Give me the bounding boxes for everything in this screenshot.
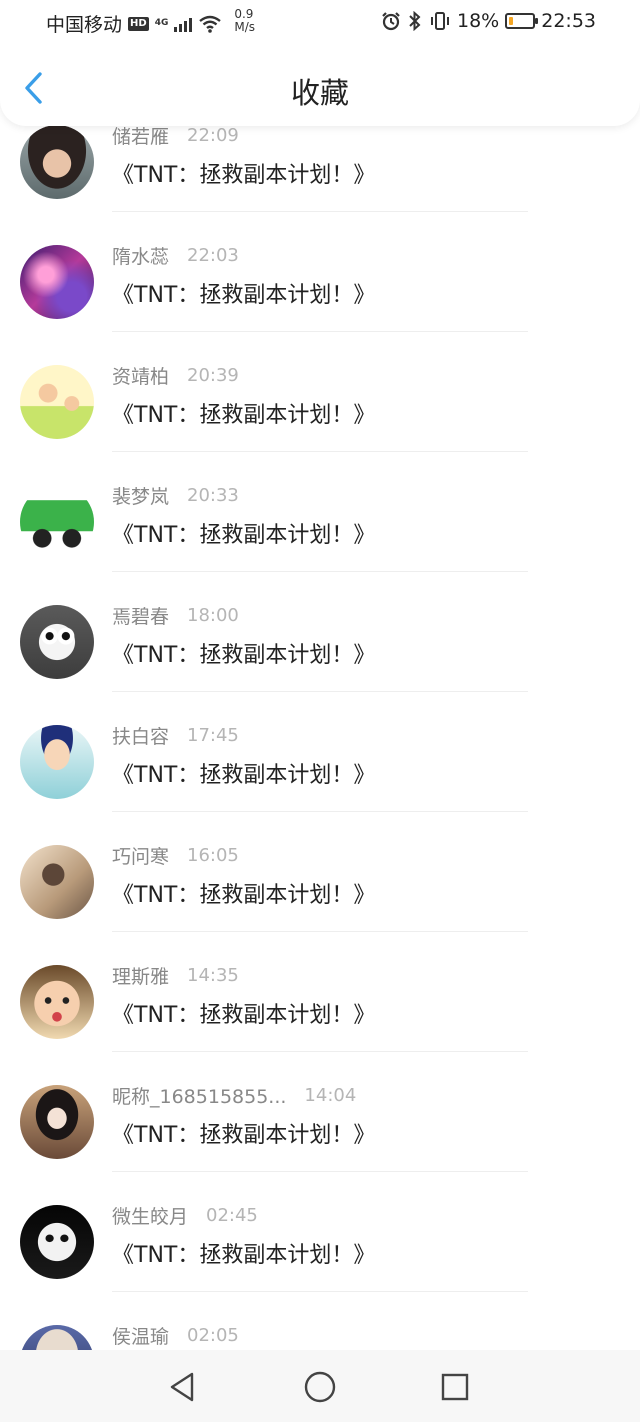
avatar-toy-truck[interactable] bbox=[20, 485, 94, 559]
author-name: 微生皎月 bbox=[112, 1206, 189, 1228]
favorite-title[interactable]: 《TNT：拯救副本计划！》 bbox=[112, 517, 375, 549]
network-type: 4G bbox=[154, 18, 169, 28]
avatar-cartoon-kids[interactable] bbox=[20, 365, 94, 439]
favorite-title[interactable]: 《TNT：拯救副本计划！》 bbox=[112, 757, 375, 789]
favorites-list-viewport[interactable]: 储若雁 22:09 《TNT：拯救副本计划！》 隋水蕊 22:03 《TNT：拯… bbox=[0, 0, 640, 1350]
item-time: 16:05 bbox=[187, 845, 239, 866]
item-meta: 隋水蕊 22:03 bbox=[112, 242, 239, 269]
author-name: 资靖柏 bbox=[112, 366, 170, 388]
vibrate-icon bbox=[431, 12, 449, 30]
network-speed: 0.9 M/s bbox=[234, 6, 255, 34]
author-name: 裴梦岚 bbox=[112, 486, 170, 508]
favorite-title[interactable]: 《TNT：拯救副本计划！》 bbox=[112, 877, 375, 909]
item-meta: 理斯雅 14:35 bbox=[112, 962, 239, 989]
avatar-toddler-face[interactable] bbox=[20, 965, 94, 1039]
avatar-cartoon-panda[interactable] bbox=[20, 605, 94, 679]
speed-unit: M/s bbox=[234, 19, 255, 34]
battery-icon bbox=[505, 13, 539, 29]
page-title: 收藏 bbox=[290, 76, 349, 110]
item-meta: 昵称_168515855... 14:04 bbox=[112, 1082, 356, 1109]
home-circle-icon bbox=[304, 1371, 336, 1403]
favorites-list: 储若雁 22:09 《TNT：拯救副本计划！》 隋水蕊 22:03 《TNT：拯… bbox=[0, 91, 640, 1350]
nav-recents-button[interactable] bbox=[438, 1370, 472, 1404]
avatar-woman-portrait[interactable] bbox=[20, 125, 94, 199]
bluetooth-icon bbox=[409, 11, 421, 31]
list-item[interactable]: 微生皎月 02:45 《TNT：拯救副本计划！》 bbox=[0, 1171, 640, 1292]
list-item[interactable]: 扶白容 17:45 《TNT：拯救副本计划！》 bbox=[0, 691, 640, 812]
item-time: 18:00 bbox=[187, 605, 239, 626]
item-time: 14:35 bbox=[187, 965, 239, 986]
author-name: 理斯雅 bbox=[112, 966, 170, 988]
item-meta: 扶白容 17:45 bbox=[112, 722, 239, 749]
author-name: 侯温瑜 bbox=[112, 1326, 170, 1348]
avatar-white-mask[interactable] bbox=[20, 1205, 94, 1279]
author-name: 巧问寒 bbox=[112, 846, 170, 868]
item-meta: 裴梦岚 20:33 bbox=[112, 482, 239, 509]
battery-percent: 18% bbox=[457, 10, 500, 32]
list-item[interactable]: 隋水蕊 22:03 《TNT：拯救副本计划！》 bbox=[0, 211, 640, 332]
item-time: 17:45 bbox=[187, 725, 239, 746]
list-item[interactable]: 焉碧春 18:00 《TNT：拯救副本计划！》 bbox=[0, 571, 640, 692]
item-time: 02:45 bbox=[206, 1205, 258, 1226]
item-meta: 侯温瑜 02:05 bbox=[112, 1322, 239, 1349]
status-time: 22:53 bbox=[541, 10, 596, 32]
nav-home-button[interactable] bbox=[303, 1370, 337, 1404]
wifi-icon bbox=[199, 15, 222, 33]
item-time: 02:05 bbox=[187, 1325, 239, 1346]
status-bar: 中国移动 HD 4G 0.9 M/s 18% 22:53 bbox=[0, 0, 640, 44]
item-meta: 资靖柏 20:39 bbox=[112, 362, 239, 389]
avatar-blonde-portrait[interactable] bbox=[20, 1325, 94, 1350]
hd-badge: HD bbox=[128, 16, 149, 31]
alarm-icon bbox=[382, 12, 400, 31]
recents-square-icon bbox=[441, 1373, 469, 1401]
system-nav-bar bbox=[0, 1350, 640, 1422]
author-name: 隋水蕊 bbox=[112, 246, 170, 268]
favorite-title[interactable]: 《TNT：拯救副本计划！》 bbox=[112, 397, 375, 429]
favorite-title[interactable]: 《TNT：拯救副本计划！》 bbox=[112, 637, 375, 669]
item-time: 20:39 bbox=[187, 365, 239, 386]
avatar-cartoon-qing-official[interactable] bbox=[20, 725, 94, 799]
app-header: 收藏 bbox=[0, 44, 640, 126]
item-time: 14:04 bbox=[304, 1085, 357, 1106]
item-time: 20:33 bbox=[187, 485, 239, 506]
author-name: 扶白容 bbox=[112, 726, 170, 748]
item-meta: 储若雁 22:09 bbox=[112, 122, 239, 149]
list-item[interactable]: 资靖柏 20:39 《TNT：拯救副本计划！》 bbox=[0, 331, 640, 452]
list-item[interactable]: 昵称_168515855... 14:04 《TNT：拯救副本计划！》 bbox=[0, 1051, 640, 1172]
item-meta: 巧问寒 16:05 bbox=[112, 842, 239, 869]
item-meta: 微生皎月 02:45 bbox=[112, 1202, 258, 1229]
list-item[interactable]: 巧问寒 16:05 《TNT：拯救副本计划！》 bbox=[0, 811, 640, 932]
avatar-anime-girl[interactable] bbox=[20, 1085, 94, 1159]
favorite-title[interactable]: 《TNT：拯救副本计划！》 bbox=[112, 157, 375, 189]
nav-back-button[interactable] bbox=[166, 1370, 200, 1404]
favorite-title[interactable]: 《TNT：拯救副本计划！》 bbox=[112, 1237, 375, 1269]
item-time: 22:03 bbox=[187, 245, 239, 266]
speed-value: 0.9 bbox=[234, 6, 254, 21]
favorite-title[interactable]: 《TNT：拯救副本计划！》 bbox=[112, 997, 375, 1029]
item-meta: 焉碧春 18:00 bbox=[112, 602, 239, 629]
status-right: 18% 22:53 bbox=[381, 10, 596, 32]
author-name: 焉碧春 bbox=[112, 606, 170, 628]
status-left: 中国移动 HD 4G 0.9 M/s bbox=[46, 6, 255, 37]
item-time: 22:09 bbox=[187, 125, 239, 146]
author-name: 昵称_168515855... bbox=[112, 1086, 287, 1108]
favorite-title[interactable]: 《TNT：拯救副本计划！》 bbox=[112, 277, 375, 309]
avatar-woman-field[interactable] bbox=[20, 845, 94, 919]
list-item[interactable]: 理斯雅 14:35 《TNT：拯救副本计划！》 bbox=[0, 931, 640, 1052]
avatar-purple-galaxy[interactable] bbox=[20, 245, 94, 319]
favorite-title[interactable]: 《TNT：拯救副本计划！》 bbox=[112, 1117, 375, 1149]
list-item[interactable]: 侯温瑜 02:05 bbox=[0, 1291, 640, 1350]
list-item[interactable]: 裴梦岚 20:33 《TNT：拯救副本计划！》 bbox=[0, 451, 640, 572]
carrier-name: 中国移动 bbox=[46, 14, 123, 36]
author-name: 储若雁 bbox=[112, 126, 170, 148]
signal-icon bbox=[174, 16, 193, 32]
back-triangle-icon bbox=[170, 1372, 194, 1402]
